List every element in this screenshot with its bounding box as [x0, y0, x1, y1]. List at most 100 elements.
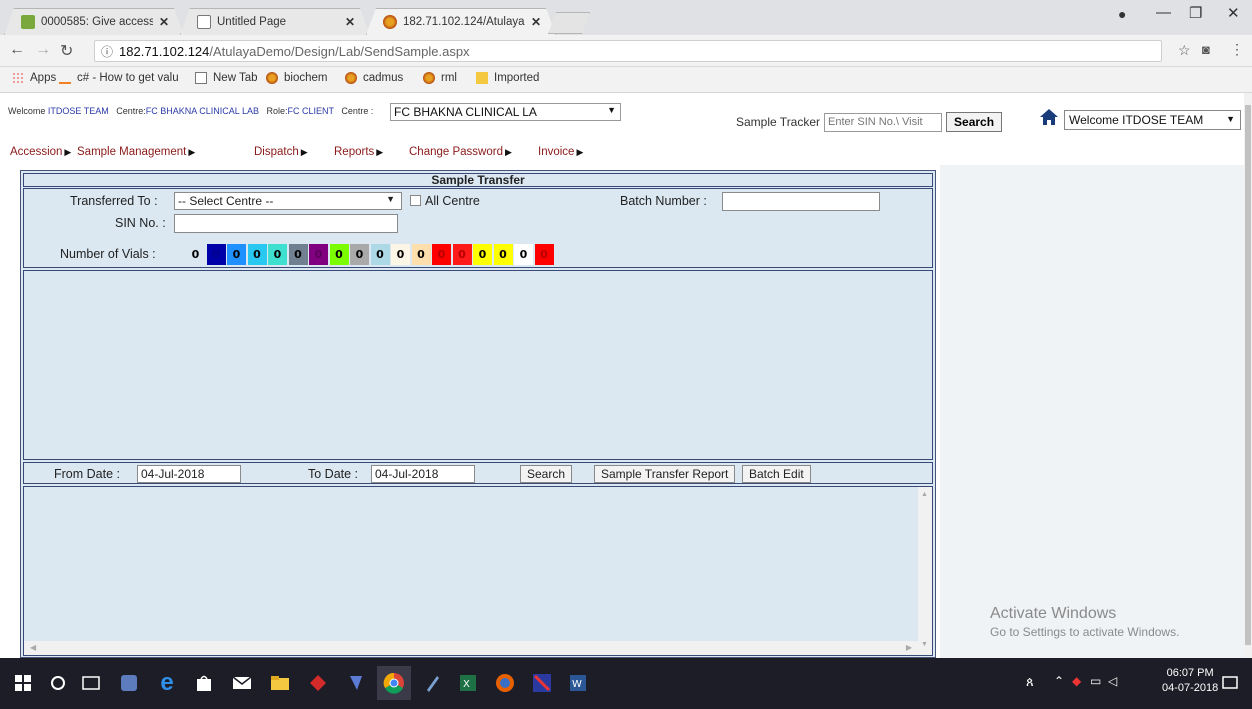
transferred-to-select[interactable]: -- Select Centre -- ▼	[174, 192, 402, 210]
app-colorful-icon[interactable]	[530, 671, 554, 695]
mantis-favicon-icon	[21, 15, 35, 29]
sample-transfer-report-button[interactable]: Sample Transfer Report	[594, 465, 736, 483]
menu-label: Accession	[10, 146, 63, 158]
vial-count-box: 0	[186, 244, 205, 265]
sample-tracker-input[interactable]	[824, 112, 943, 132]
app-icon[interactable]	[117, 671, 141, 695]
url-input[interactable]: ⓘ 182.71.102.124/AtulayaDemo/Design/Lab/…	[94, 40, 1162, 62]
task-view-icon[interactable]	[79, 671, 103, 695]
mail-icon[interactable]	[230, 671, 254, 695]
menu-accession[interactable]: Accession ▶	[10, 146, 71, 158]
new-tab-button[interactable]	[548, 12, 590, 34]
batch-number-input[interactable]	[722, 192, 880, 211]
restore-icon[interactable]: ❐	[1189, 4, 1202, 22]
clock[interactable]: 06:07 PM 04-07-2018	[1162, 666, 1218, 696]
svg-text:W: W	[572, 679, 582, 690]
vial-count-box: 0	[432, 244, 451, 265]
store-icon[interactable]	[192, 671, 216, 695]
bookmark-item[interactable]: biochem	[266, 72, 327, 84]
bookmark-apps[interactable]: Apps	[12, 72, 56, 84]
profile-icon[interactable]: ●	[1118, 6, 1126, 22]
app-red-icon[interactable]	[306, 671, 330, 695]
bookmark-item[interactable]: cadmus	[345, 72, 403, 84]
bookmark-item[interactable]: rml	[423, 72, 457, 84]
main-menu: Accession ▶ Sample Management ▶ Dispatch ▶ …	[10, 146, 1240, 164]
menu-reports[interactable]: Reports ▶	[334, 146, 383, 158]
batch-edit-button[interactable]: Batch Edit	[742, 465, 811, 483]
bookmark-label: Imported	[494, 72, 540, 84]
chrome-icon[interactable]	[377, 666, 411, 700]
app-blue-icon[interactable]	[344, 671, 368, 695]
close-tab-icon[interactable]: ✕	[531, 15, 541, 29]
windows-start-icon[interactable]	[11, 671, 35, 695]
horizontal-scrollbar[interactable]: ◀ ▶	[24, 641, 918, 655]
forward-arrow-icon[interactable]: →	[35, 41, 51, 59]
tray-expand-icon[interactable]: ⌃	[1054, 674, 1064, 688]
close-window-icon[interactable]: ✕	[1227, 4, 1240, 22]
menu-invoice[interactable]: Invoice ▶	[538, 146, 583, 158]
info-icon[interactable]: ⓘ	[101, 43, 113, 60]
back-arrow-icon[interactable]: ←	[9, 41, 25, 59]
file-explorer-icon[interactable]	[268, 671, 292, 695]
scroll-left-icon[interactable]: ◀	[30, 643, 36, 652]
tracker-search-button[interactable]: Search	[946, 112, 1003, 132]
to-date-input[interactable]: 04-Jul-2018	[371, 465, 475, 483]
bookmark-folder[interactable]: Imported	[476, 72, 539, 84]
scroll-up-icon[interactable]: ▲	[921, 491, 928, 498]
reload-icon[interactable]: ↻	[60, 41, 73, 61]
scrollbar-thumb[interactable]	[1245, 105, 1251, 645]
bookmark-item[interactable]: c# - How to get valu	[59, 72, 179, 84]
menu-label: Invoice	[538, 146, 575, 158]
menu-dispatch[interactable]: Dispatch ▶	[254, 146, 308, 158]
close-tab-icon[interactable]: ✕	[159, 15, 169, 29]
role-value: FC CLIENT	[287, 106, 334, 116]
bookmark-item[interactable]: New Tab	[195, 72, 258, 84]
notifications-icon[interactable]	[1218, 671, 1242, 695]
vial-count-box: 0	[370, 244, 390, 265]
vial-count-box: 0	[514, 244, 533, 265]
browser-tab[interactable]: 0000585: Give access to T ✕	[4, 8, 184, 35]
menu-sample-management[interactable]: Sample Management ▶	[77, 146, 195, 158]
search-button[interactable]: Search	[520, 465, 573, 483]
vial-count-box: 0	[206, 244, 226, 265]
vial-count-box: 0	[391, 244, 410, 265]
app-pen-icon[interactable]	[420, 671, 444, 695]
caret-right-icon: ▶	[300, 147, 308, 157]
vertical-scrollbar[interactable]: ▲ ▼	[918, 487, 932, 655]
sin-input[interactable]	[174, 214, 398, 233]
firefox-icon[interactable]	[493, 671, 517, 695]
close-tab-icon[interactable]: ✕	[345, 15, 355, 29]
browser-tab-active[interactable]: 182.71.102.124/AtulayaD ✕	[366, 8, 556, 35]
all-centre-label: All Centre	[425, 194, 480, 208]
scroll-down-icon[interactable]: ▼	[921, 641, 928, 648]
centre-select[interactable]: FC BHAKNA CLINICAL LA ▼	[390, 103, 621, 121]
volume-icon[interactable]: ◁	[1108, 674, 1117, 688]
home-icon[interactable]	[1039, 108, 1059, 129]
people-icon[interactable]: ጰ	[1026, 674, 1034, 690]
caret-right-icon: ▶	[64, 147, 72, 157]
from-date-input[interactable]: 04-Jul-2018	[137, 465, 241, 483]
camera-icon[interactable]: ◙	[1202, 42, 1210, 57]
caret-right-icon: ▶	[576, 147, 584, 157]
sample-transfer-panel: Sample Transfer Transferred To : -- Sele…	[20, 170, 936, 658]
bookmark-label: cadmus	[363, 72, 404, 84]
word-icon[interactable]: W	[566, 671, 590, 695]
page-scrollbar[interactable]	[1244, 93, 1252, 658]
minimize-icon[interactable]: —	[1156, 4, 1171, 21]
network-icon[interactable]: ▭	[1090, 674, 1101, 688]
cortana-icon[interactable]	[46, 671, 70, 695]
menu-change-password[interactable]: Change Password ▶	[409, 146, 512, 158]
tab-title: Untitled Page	[217, 16, 287, 28]
menu-dots-icon[interactable]: ⋮	[1230, 41, 1244, 58]
browser-tab[interactable]: Untitled Page ✕	[180, 8, 370, 35]
scroll-right-icon[interactable]: ▶	[906, 643, 912, 652]
user-select[interactable]: Welcome ITDOSE TEAM ▼	[1064, 110, 1241, 130]
right-side-area	[940, 165, 1244, 658]
clock-date: 04-07-2018	[1162, 682, 1219, 694]
edge-icon[interactable]: e	[155, 669, 179, 696]
all-centre-checkbox[interactable]	[410, 195, 421, 206]
bookmark-star-icon[interactable]: ☆	[1178, 42, 1191, 59]
shield-icon[interactable]: ◆	[1072, 674, 1081, 688]
excel-icon[interactable]: X	[456, 671, 480, 695]
centre-select-value: FC BHAKNA CLINICAL LA	[394, 105, 537, 119]
